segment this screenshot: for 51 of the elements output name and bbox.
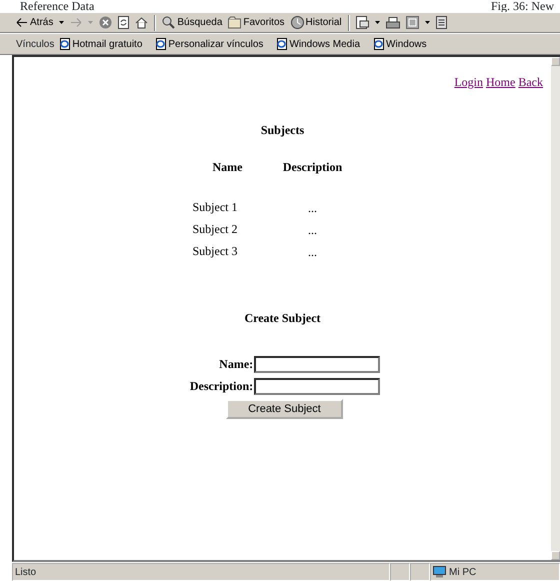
field-label: Name: bbox=[218, 356, 254, 373]
caret-icon bbox=[374, 21, 380, 24]
search-icon bbox=[162, 16, 176, 29]
table-cell-text: Subject 3 bbox=[192, 243, 238, 260]
page-icon bbox=[60, 38, 70, 50]
scrollbar[interactable] bbox=[551, 57, 560, 560]
input-field[interactable] bbox=[254, 356, 380, 372]
table-cell-text: ... bbox=[307, 200, 318, 217]
link-button[interactable]: Personalizar vínculos bbox=[156, 36, 264, 52]
arrow-left-icon bbox=[16, 18, 28, 27]
table-cell-text: ... bbox=[307, 244, 318, 261]
search-button[interactable]: Búsqueda bbox=[162, 15, 222, 30]
page-icon bbox=[156, 38, 166, 50]
page-title: Subjects bbox=[260, 122, 306, 139]
link-button[interactable]: Hotmail gratuito bbox=[60, 36, 142, 52]
printer-icon bbox=[386, 16, 400, 28]
computer-icon bbox=[433, 566, 446, 578]
page-icon bbox=[374, 38, 384, 50]
document-heading: Reference Data bbox=[20, 0, 94, 12]
home-icon bbox=[135, 16, 148, 28]
status-text: Listo bbox=[15, 566, 36, 580]
caret-icon bbox=[88, 21, 94, 24]
links-label: Vínculos bbox=[16, 38, 54, 52]
figure-caption: Fig. 36: New bbox=[491, 0, 554, 12]
link-button[interactable]: Windows Media bbox=[277, 36, 360, 52]
history-button[interactable]: Historial bbox=[290, 15, 342, 30]
folder-icon bbox=[228, 16, 242, 29]
submit-button[interactable]: Create Subject bbox=[226, 399, 343, 419]
refresh-icon bbox=[118, 16, 130, 29]
document-icon bbox=[436, 16, 447, 29]
nav-link[interactable]: Home bbox=[486, 75, 516, 89]
favorites-button[interactable]: Favoritos bbox=[228, 15, 285, 30]
arrow-right-icon bbox=[70, 18, 82, 27]
table-cell-text: ... bbox=[307, 222, 318, 239]
table-cell-text: Subject 2 bbox=[192, 221, 238, 238]
zone-label: Mi PC bbox=[449, 566, 476, 580]
back-button[interactable]: Atrás bbox=[16, 15, 54, 30]
nav-link[interactable]: Login bbox=[454, 75, 484, 89]
nav-link[interactable]: Back bbox=[518, 75, 543, 89]
column-header: Name bbox=[212, 159, 244, 176]
form-title: Create Subject bbox=[243, 310, 322, 327]
field-label: Description: bbox=[188, 378, 254, 395]
stop-icon bbox=[99, 16, 112, 29]
caret-icon bbox=[59, 21, 64, 24]
table-cell-text: Subject 1 bbox=[192, 199, 238, 216]
input-field[interactable] bbox=[254, 378, 380, 394]
page-icon bbox=[277, 38, 288, 50]
clock-icon bbox=[290, 16, 304, 29]
caret-icon bbox=[424, 21, 430, 24]
link-button[interactable]: Windows bbox=[374, 36, 427, 52]
column-header: Description bbox=[282, 159, 344, 176]
